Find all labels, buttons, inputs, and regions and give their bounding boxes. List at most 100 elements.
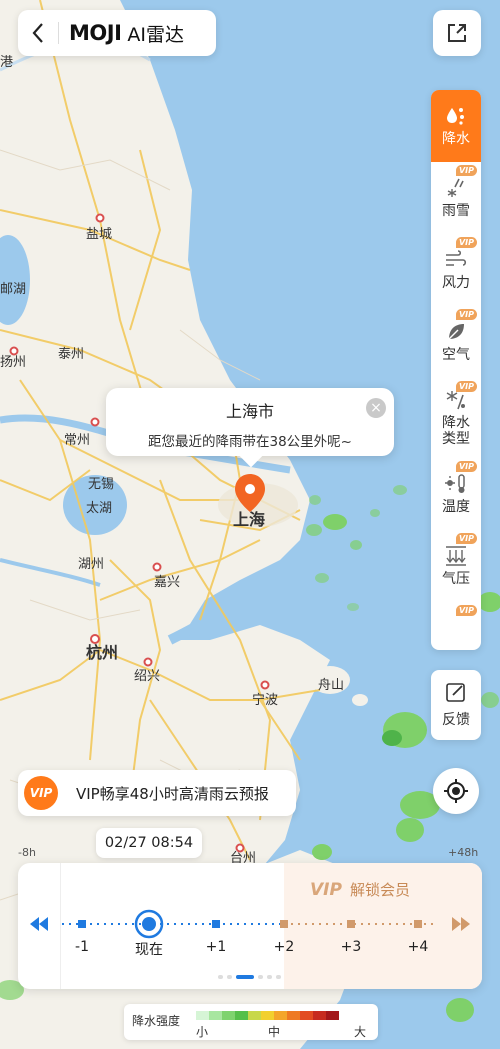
map-label-gang: 港 xyxy=(0,55,13,70)
timeline-track[interactable] xyxy=(18,909,482,939)
map-label-shanghai: 上海 xyxy=(233,510,265,529)
legend-color-swatch xyxy=(248,1011,261,1020)
location-popup: 上海市 距您最近的降雨带在38公里外呢~ × xyxy=(106,388,394,468)
layer-air[interactable]: VIP 空气 xyxy=(431,306,481,378)
legend-low: 小 xyxy=(196,1025,209,1039)
layer-more[interactable]: VIP xyxy=(431,602,481,622)
vip-badge: VIP xyxy=(455,237,477,248)
page-dot xyxy=(258,975,263,979)
vip-badge: VIP xyxy=(455,605,477,616)
temperature-icon xyxy=(445,473,465,493)
tick-label: +3 xyxy=(340,939,362,955)
legend-color-swatch xyxy=(222,1011,235,1020)
legend-color-scale xyxy=(196,1011,339,1020)
layer-precip-type[interactable]: VIP 降水 类型 xyxy=(431,378,481,458)
legend-color-swatch xyxy=(326,1011,339,1020)
map-label-yancheng: 盐城 xyxy=(86,227,112,242)
layer-rain-snow[interactable]: VIP 雨雪 xyxy=(431,162,481,234)
layer-label: 风力 xyxy=(442,274,470,291)
layer-label: 降水 类型 xyxy=(442,415,470,447)
map-label-taizhou-n: 泰州 xyxy=(58,347,84,362)
layer-label: 空气 xyxy=(442,346,470,363)
legend-color-swatch xyxy=(313,1011,326,1020)
feedback-button[interactable]: 反馈 xyxy=(431,670,481,740)
page-dot xyxy=(218,975,223,979)
locate-button[interactable] xyxy=(433,768,479,814)
share-button[interactable] xyxy=(433,10,481,56)
popup-city: 上海市 xyxy=(225,402,274,421)
legend-mid: 中 xyxy=(268,1025,281,1039)
wind-icon xyxy=(446,249,467,266)
map-label-zhoushan: 舟山 xyxy=(318,678,344,693)
map-label-yangzhou: 扬州 xyxy=(0,355,26,370)
tick-label: +2 xyxy=(273,939,295,955)
page-dot xyxy=(227,975,232,979)
vip-mark: VIP xyxy=(310,879,342,900)
vip-badge-icon: VIP xyxy=(24,776,58,810)
map-label-shaoxing: 绍兴 xyxy=(134,669,160,684)
map-label-hangzhou: 杭州 xyxy=(86,643,118,662)
locate-icon xyxy=(444,779,468,803)
share-icon xyxy=(448,24,466,42)
map-label-jiaxing: 嘉兴 xyxy=(154,575,180,590)
chevron-left-icon xyxy=(32,23,43,43)
map-label-changzhou: 常州 xyxy=(64,433,90,448)
tick-label-now: 现在 xyxy=(135,942,163,958)
tick-label: +4 xyxy=(407,939,429,955)
promo-text: VIP畅享48小时高清雨云预报 xyxy=(76,784,269,803)
legend-color-swatch xyxy=(209,1011,222,1020)
precipitation-icon xyxy=(447,107,464,125)
vip-badge: VIP xyxy=(455,309,477,320)
legend-high: 大 xyxy=(354,1025,367,1039)
vip-promo-banner[interactable]: VIP VIP畅享48小时高清雨云预报 xyxy=(18,770,296,816)
page-dot-active xyxy=(236,975,254,979)
page-dot xyxy=(276,975,281,979)
current-time-chip: 02/27 08:54 xyxy=(96,828,202,858)
vip-badge: VIP xyxy=(455,533,477,544)
legend-color-swatch xyxy=(235,1011,248,1020)
legend-color-swatch xyxy=(196,1011,209,1020)
vip-badge: VIP xyxy=(455,461,477,472)
page-indicator xyxy=(218,975,281,979)
precip-type-icon xyxy=(446,391,465,410)
rain-snow-icon xyxy=(447,178,464,197)
layer-label: 气压 xyxy=(442,570,470,587)
layer-pressure[interactable]: VIP 气压 xyxy=(431,530,481,602)
unlock-vip-link[interactable]: VIP 解锁会员 xyxy=(310,879,410,900)
close-icon[interactable]: × xyxy=(366,398,386,418)
map-label-huzhou: 湖州 xyxy=(78,557,104,572)
legend-color-swatch xyxy=(274,1011,287,1020)
layer-precipitation[interactable]: 降水 xyxy=(431,90,481,162)
back-button[interactable] xyxy=(18,10,58,56)
map-label-taihu: 太湖 xyxy=(86,501,112,516)
time-range-end: +48h xyxy=(448,846,479,859)
legend-color-swatch xyxy=(261,1011,274,1020)
app-title: AI雷达 xyxy=(127,23,184,46)
pressure-icon xyxy=(446,545,466,566)
layer-selector: 降水 VIP 雨雪 VIP 风力 VIP 空气 VIP 降水 类型 VIP 温度… xyxy=(431,90,481,650)
layer-label: 降水 xyxy=(442,130,470,147)
map-label-wuxi: 无锡 xyxy=(88,477,114,492)
timeline-panel: VIP 解锁会员 -1 现在 +1 +2 +3 +4 xyxy=(18,863,482,989)
time-range-start: -8h xyxy=(18,846,36,859)
vip-badge: VIP xyxy=(455,381,477,392)
app-logo: MOJI AI雷达 xyxy=(59,20,184,47)
precipitation-legend: 降水强度 小 中 大 xyxy=(124,1004,378,1040)
vip-badge: VIP xyxy=(455,165,477,176)
layer-temperature[interactable]: VIP 温度 xyxy=(431,458,481,530)
edit-icon xyxy=(446,683,465,702)
layer-label: 雨雪 xyxy=(442,202,470,219)
map-label-ningbo: 宁波 xyxy=(252,692,278,708)
tick-label: +1 xyxy=(205,939,227,955)
leaf-icon xyxy=(448,323,464,339)
feedback-label: 反馈 xyxy=(442,712,470,728)
tick-label: -1 xyxy=(75,939,89,955)
legend-color-swatch xyxy=(287,1011,300,1020)
title-bar: MOJI AI雷达 xyxy=(18,10,216,56)
legend-color-swatch xyxy=(300,1011,313,1020)
unlock-label: 解锁会员 xyxy=(349,881,410,899)
layer-wind[interactable]: VIP 风力 xyxy=(431,234,481,306)
brand-logo: MOJI xyxy=(69,21,122,45)
page-dot xyxy=(267,975,272,979)
layer-label: 温度 xyxy=(442,498,470,515)
